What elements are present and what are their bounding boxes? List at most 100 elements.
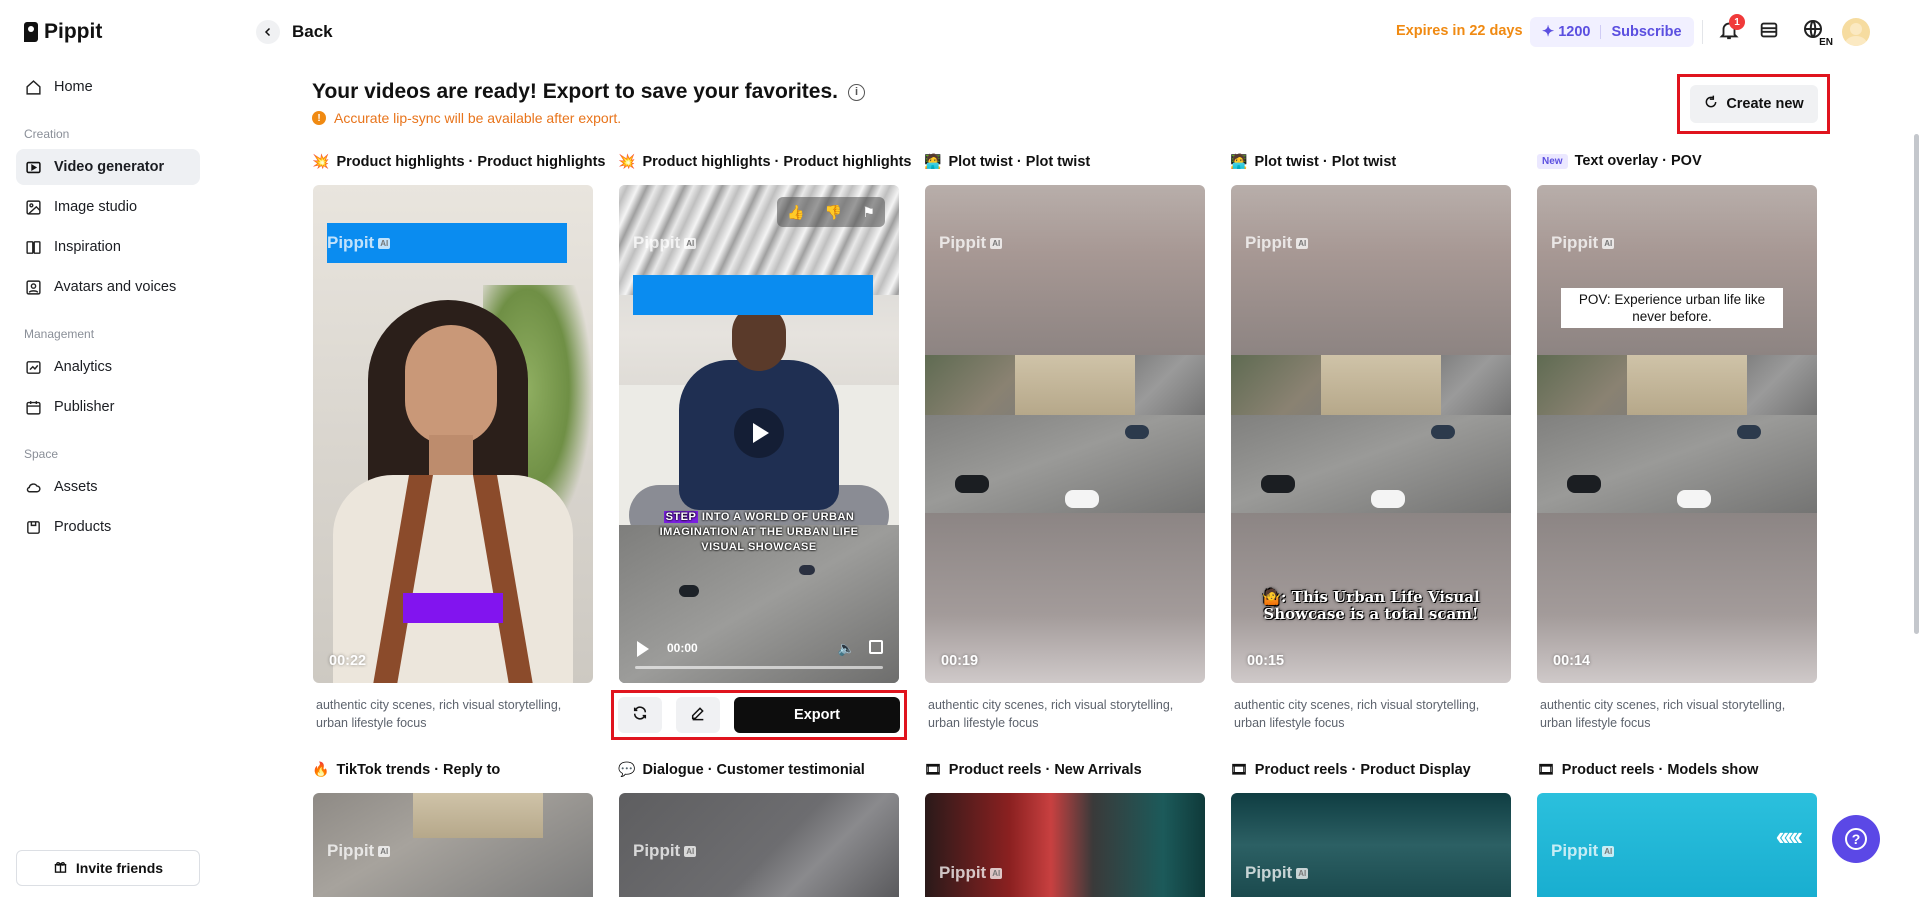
- sidebar-item-assets[interactable]: Assets: [16, 469, 200, 505]
- sidebar-item-image-studio[interactable]: Image studio: [16, 189, 200, 225]
- info-icon[interactable]: i: [847, 83, 865, 101]
- calendar-icon: [24, 398, 42, 416]
- layers-icon: [1758, 19, 1780, 46]
- card-title-text: Product reels · Product Display: [1254, 761, 1471, 778]
- logo[interactable]: Pippit: [24, 20, 102, 44]
- thumbs-up-icon[interactable]: 👍: [787, 204, 804, 221]
- video-thumbnail[interactable]: Pippit AI POV: Experience urban life like…: [1537, 185, 1817, 683]
- card-title: 🎞 Product reels · Product Display: [1230, 761, 1471, 778]
- warning-icon: !: [312, 111, 326, 125]
- back-button[interactable]: Back: [256, 20, 333, 44]
- pippit-logo-icon: [24, 22, 38, 42]
- notice-text: Accurate lip-sync will be available afte…: [334, 110, 622, 126]
- person-icon: 🧑‍💻: [1230, 153, 1248, 169]
- sidebar-item-label: Products: [54, 519, 112, 535]
- divider: [1702, 20, 1703, 44]
- sidebar-item-label: Publisher: [54, 399, 115, 415]
- pippit-watermark: Pippit AI: [327, 233, 391, 252]
- pippit-watermark: Pippit AI: [1245, 863, 1309, 882]
- notifications-button[interactable]: 1: [1715, 14, 1745, 46]
- sidebar-item-products[interactable]: Products: [16, 509, 200, 545]
- sidebar: Pippit Home Creation Video generator Ima…: [0, 0, 216, 897]
- video-thumbnail[interactable]: Pippit AI 🤷: This Urban Life Visual Showc…: [1231, 185, 1511, 683]
- volume-icon[interactable]: 🔈: [838, 640, 855, 657]
- notification-badge: 1: [1729, 14, 1745, 30]
- section-creation: Creation: [24, 127, 70, 141]
- gift-icon: [53, 859, 68, 877]
- sidebar-item-label: Analytics: [54, 359, 113, 375]
- report-icon[interactable]: ⚑: [862, 204, 875, 221]
- chevron-left-icon: [256, 20, 280, 44]
- sidebar-item-inspiration[interactable]: Inspiration: [16, 229, 200, 265]
- scrollbar[interactable]: [1912, 64, 1920, 634]
- sidebar-item-label: Home: [54, 79, 93, 95]
- fire-icon: 🔥: [312, 761, 330, 777]
- sidebar-item-analytics[interactable]: Analytics: [16, 349, 200, 385]
- video-thumbnail[interactable]: Pippit AI ‹‹‹‹‹: [1537, 793, 1817, 897]
- video-duration: 00:22: [329, 653, 367, 669]
- play-icon[interactable]: [637, 641, 649, 657]
- video-description: authentic city scenes, rich visual story…: [1540, 698, 1786, 730]
- regenerate-icon: [632, 705, 648, 726]
- sidebar-item-avatars[interactable]: Avatars and voices: [16, 269, 200, 305]
- video-thumbnail[interactable]: Pippit AI: [925, 793, 1205, 897]
- video-thumbnail[interactable]: Pippit AI: [1231, 793, 1511, 897]
- help-button[interactable]: ?: [1832, 815, 1880, 863]
- video-player[interactable]: Pippit AI 👍 👎 ⚑ STEP INTO A WORLD OF URBA…: [619, 185, 899, 683]
- blurred-top: [1537, 185, 1817, 355]
- progress-track[interactable]: [635, 666, 883, 669]
- section-space: Space: [24, 447, 59, 461]
- export-button[interactable]: Export: [734, 697, 900, 733]
- pippit-watermark: Pippit AI: [327, 841, 391, 860]
- video-thumbnail[interactable]: Pippit AI: [619, 793, 899, 897]
- card-title: 🧑‍💻 Plot twist · Plot twist: [1230, 153, 1396, 170]
- video-duration: 00:14: [1553, 653, 1591, 669]
- credits-bar[interactable]: ✦ 1200 Subscribe: [1530, 17, 1694, 47]
- regenerate-button[interactable]: [618, 697, 662, 733]
- image-icon: [24, 198, 42, 216]
- pencil-icon: [690, 705, 706, 726]
- blurred-top: [1231, 185, 1511, 355]
- card-title-text: Product reels · Models show: [1561, 761, 1759, 778]
- edit-button[interactable]: [676, 697, 720, 733]
- new-badge: New: [1537, 153, 1568, 169]
- card-title: 🎞 Product reels · Models show: [1537, 761, 1758, 778]
- card-title-text: Plot twist · Plot twist: [1254, 153, 1397, 170]
- card-title-text: Plot twist · Plot twist: [948, 153, 1091, 170]
- video-thumbnail[interactable]: Pippit AI: [313, 793, 593, 897]
- video-duration: 00:15: [1247, 653, 1285, 669]
- video-duration: 00:19: [941, 653, 979, 669]
- video-thumbnail[interactable]: Pippit AI 00:22: [313, 185, 593, 683]
- subscribe-button[interactable]: Subscribe: [1611, 24, 1681, 40]
- feedback-bar: 👍 👎 ⚑: [777, 197, 885, 227]
- expires-text: Expires in 22 days: [1396, 23, 1523, 39]
- language-button[interactable]: EN: [1797, 18, 1833, 48]
- help-icon: ?: [1845, 828, 1867, 850]
- arrows-decoration: ‹‹‹‹‹: [1775, 821, 1803, 851]
- credits-count: ✦ 1200: [1542, 24, 1591, 40]
- card-title: 🧑‍💻 Plot twist · Plot twist: [924, 153, 1090, 170]
- sidebar-item-video-generator[interactable]: Video generator: [16, 149, 200, 185]
- pippit-watermark: Pippit AI: [633, 841, 697, 860]
- play-button[interactable]: [734, 408, 784, 458]
- sidebar-item-home[interactable]: Home: [16, 69, 200, 105]
- video-thumbnail[interactable]: Pippit AI 00:19: [925, 185, 1205, 683]
- user-avatar[interactable]: [1842, 18, 1870, 46]
- film-icon: 🎞: [1230, 761, 1248, 777]
- fullscreen-icon[interactable]: [869, 640, 883, 654]
- sidebar-item-publisher[interactable]: Publisher: [16, 389, 200, 425]
- create-new-button[interactable]: Create new: [1690, 85, 1818, 123]
- card-title-text: Product highlights · Product highlights: [642, 153, 912, 170]
- scrollbar-thumb[interactable]: [1914, 134, 1919, 634]
- card-title: 🔥 TikTok trends · Reply to: [312, 761, 500, 778]
- thumbs-down-icon[interactable]: 👎: [825, 204, 842, 221]
- presenter-face: [405, 325, 497, 445]
- pippit-watermark: Pippit AI: [633, 233, 697, 252]
- layers-button[interactable]: [1755, 18, 1783, 46]
- box-icon: [24, 518, 42, 536]
- invite-friends-button[interactable]: Invite friends: [16, 850, 200, 886]
- sidebar-item-label: Image studio: [54, 199, 138, 215]
- person-icon: 🧑‍💻: [924, 153, 942, 169]
- language-code: EN: [1819, 37, 1833, 48]
- redacted-box: [403, 593, 503, 623]
